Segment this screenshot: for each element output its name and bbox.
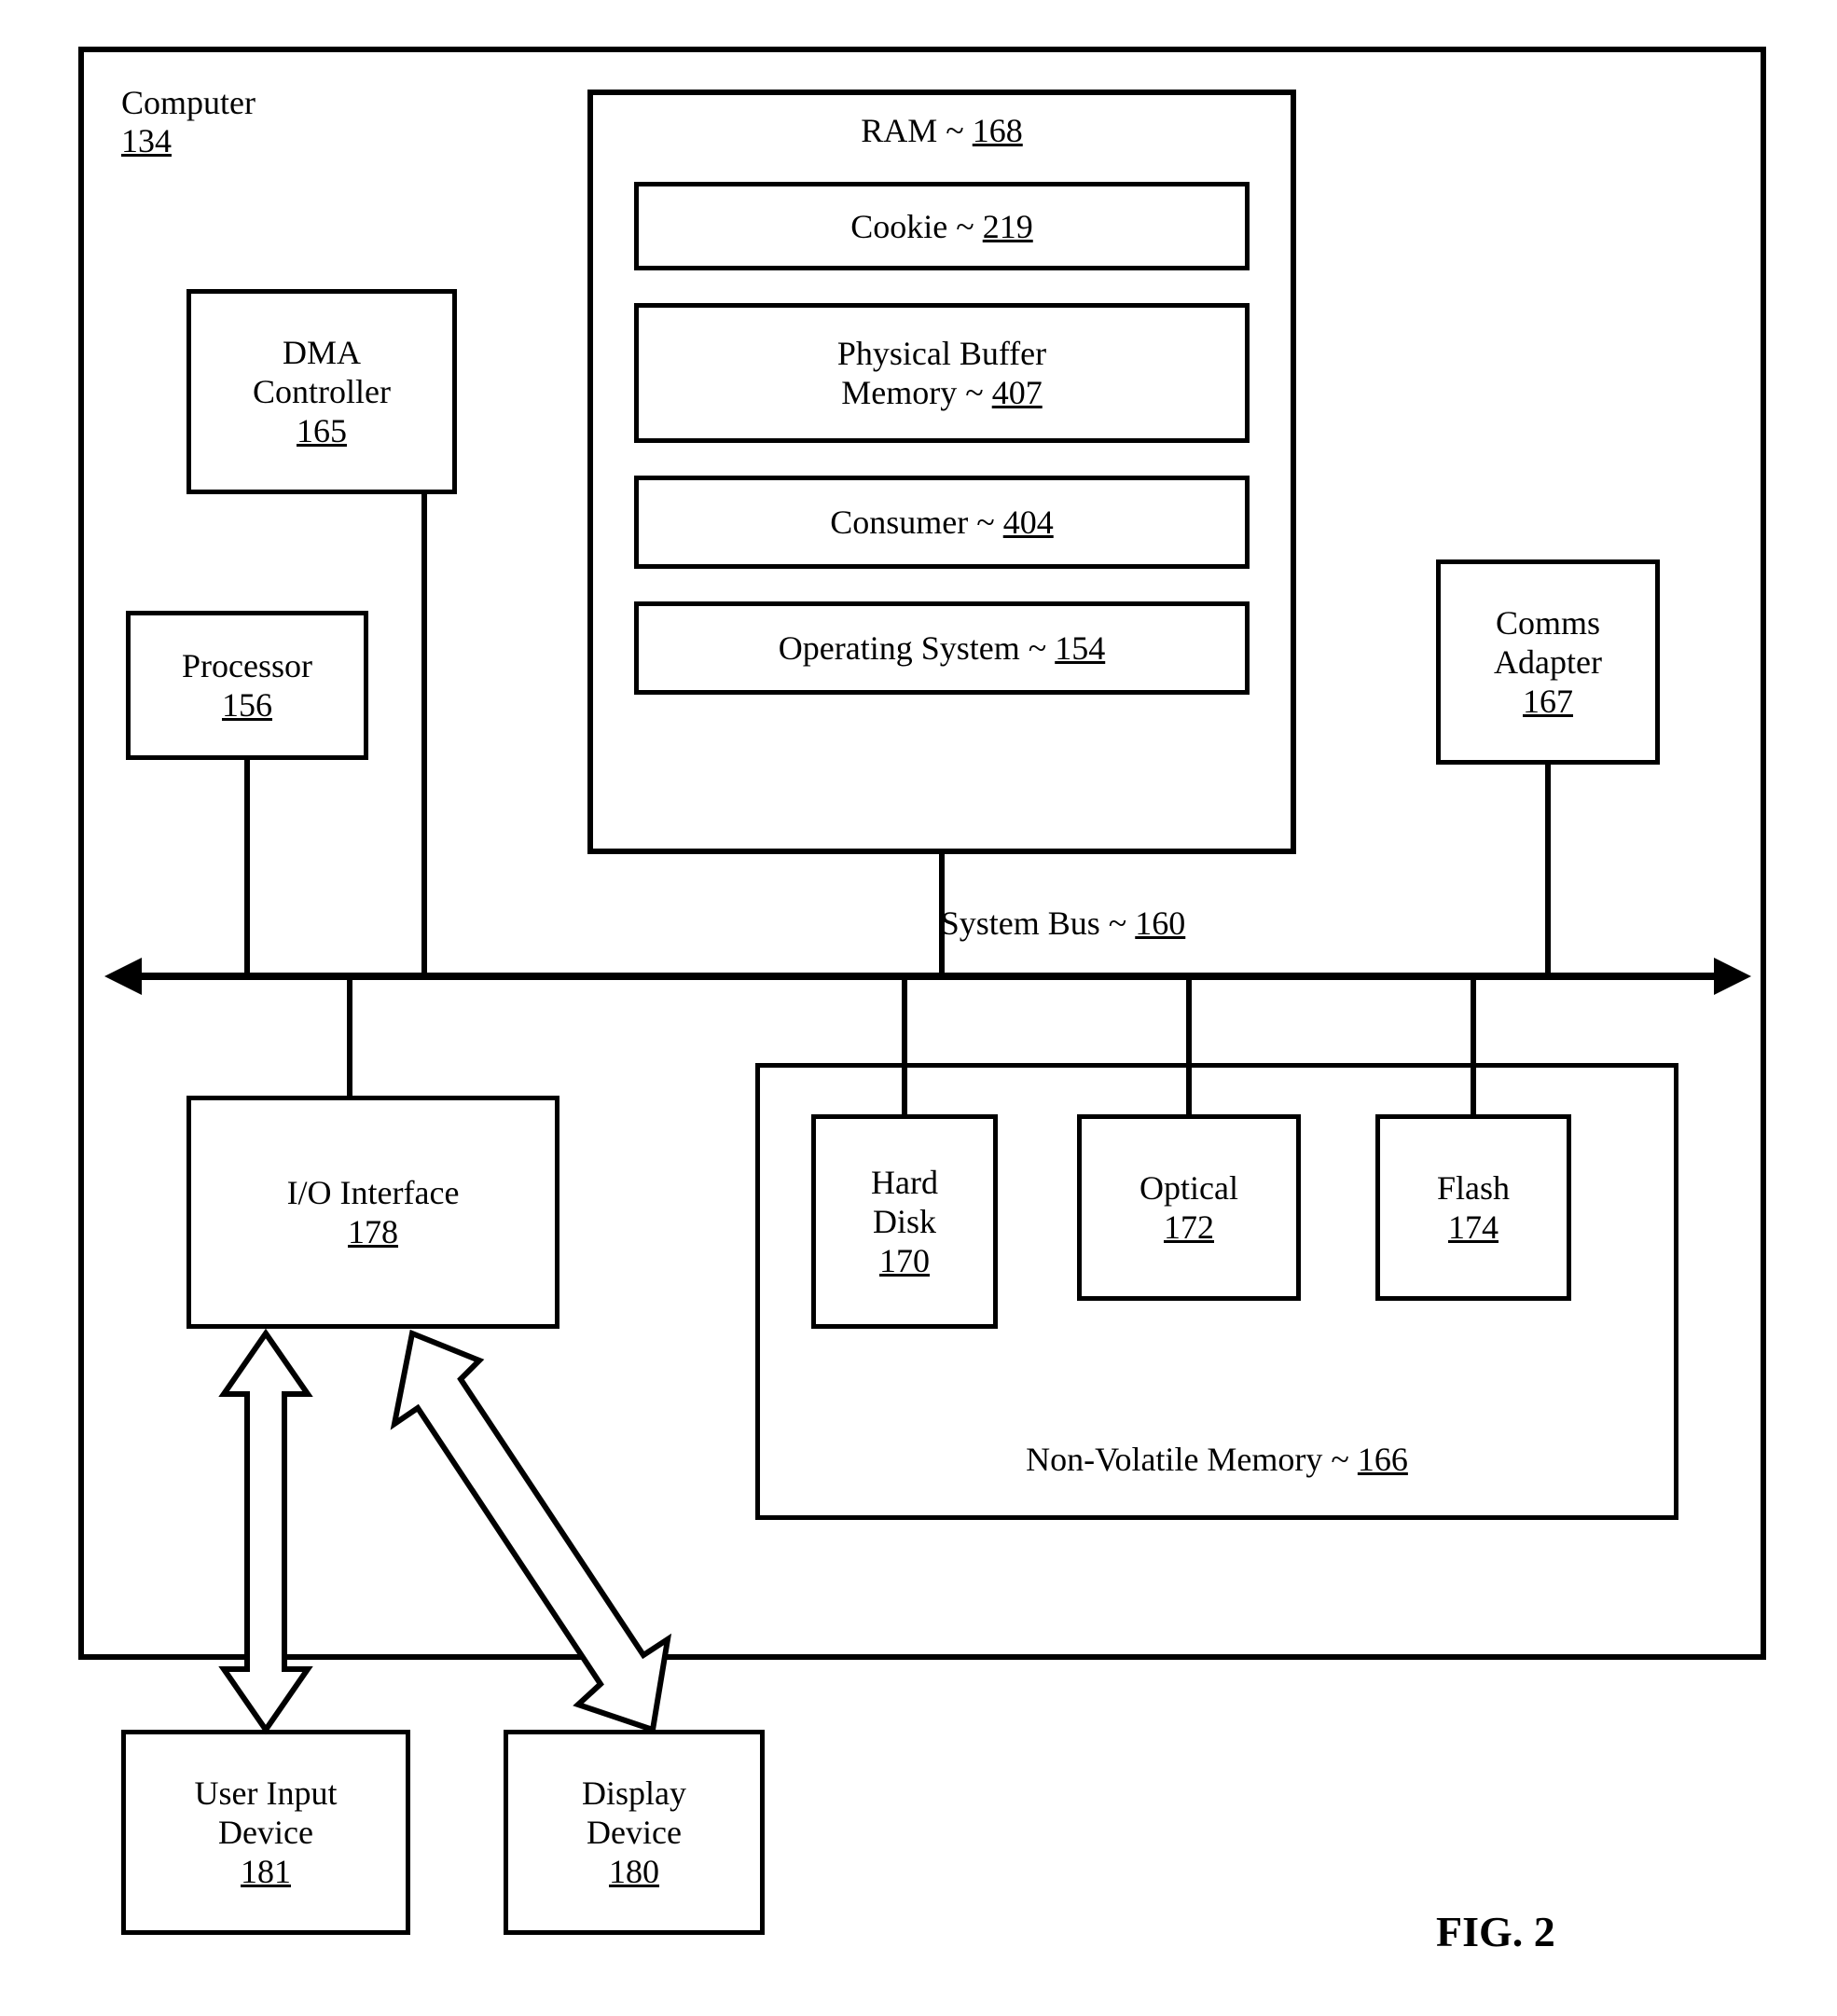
computer-ref: 134 xyxy=(121,122,172,159)
consumer-label: Consumer ~ 404 xyxy=(830,503,1053,542)
computer-text: Computer xyxy=(121,84,256,121)
flash-box: Flash 174 xyxy=(1375,1114,1571,1301)
cookie-box: Cookie ~ 219 xyxy=(634,182,1250,270)
processor-text: Processor xyxy=(182,647,312,684)
flash-text: Flash xyxy=(1437,1169,1510,1207)
hd-ref: 170 xyxy=(879,1242,930,1279)
consumer-ref: 404 xyxy=(1003,504,1054,541)
dma-text-2: Controller xyxy=(253,373,391,410)
system-bus-line xyxy=(140,973,1716,980)
uid-ref: 181 xyxy=(241,1853,291,1890)
comms-text-2: Adapter xyxy=(1494,643,1602,681)
uid-text-1: User Input xyxy=(195,1774,338,1812)
hd-label: Hard Disk 170 xyxy=(871,1163,938,1280)
display-text-2: Device xyxy=(587,1814,682,1851)
bus-label: System Bus ~ 160 xyxy=(867,904,1259,943)
io-ref: 178 xyxy=(348,1213,398,1250)
processor-bus-connector xyxy=(244,760,250,975)
display-text-1: Display xyxy=(582,1774,686,1812)
consumer-box: Consumer ~ 404 xyxy=(634,476,1250,569)
display-label: Display Device 180 xyxy=(582,1774,686,1891)
flash-ref: 174 xyxy=(1448,1208,1499,1246)
cookie-ref: 219 xyxy=(983,208,1033,245)
io-label: I/O Interface 178 xyxy=(287,1173,460,1251)
hd-text-1: Hard xyxy=(871,1164,938,1201)
nvm-ref: 166 xyxy=(1358,1441,1408,1478)
opt-box: Optical 172 xyxy=(1077,1114,1301,1301)
consumer-text: Consumer ~ xyxy=(830,504,994,541)
comms-bus-connector xyxy=(1545,765,1551,975)
io-text: I/O Interface xyxy=(287,1174,460,1211)
processor-label: Processor 156 xyxy=(182,646,312,725)
opt-bus-connector xyxy=(1186,980,1192,1118)
os-text: Operating System ~ xyxy=(779,629,1046,667)
processor-box: Processor 156 xyxy=(126,611,368,760)
flash-bus-connector xyxy=(1471,980,1476,1118)
pbm-box: Physical Buffer Memory ~ 407 xyxy=(634,303,1250,443)
opt-text: Optical xyxy=(1139,1169,1238,1207)
comms-box: Comms Adapter 167 xyxy=(1436,559,1660,765)
uid-box: User Input Device 181 xyxy=(121,1730,410,1935)
dma-bus-connector xyxy=(421,494,427,975)
computer-label: Computer 134 xyxy=(121,84,326,161)
diagram-canvas: Computer 134 RAM ~ 168 Cookie ~ 219 Phys… xyxy=(0,0,1837,2016)
os-label: Operating System ~ 154 xyxy=(779,628,1105,668)
io-box: I/O Interface 178 xyxy=(186,1096,559,1329)
cookie-text: Cookie ~ xyxy=(850,208,974,245)
uid-label: User Input Device 181 xyxy=(195,1774,338,1891)
ram-ref: 168 xyxy=(973,112,1023,149)
bus-ref: 160 xyxy=(1135,904,1185,942)
pbm-text-2: Memory ~ xyxy=(841,374,991,411)
os-box: Operating System ~ 154 xyxy=(634,601,1250,695)
nvm-label: Non-Volatile Memory ~ 166 xyxy=(755,1441,1678,1479)
hd-box: Hard Disk 170 xyxy=(811,1114,998,1329)
os-ref: 154 xyxy=(1055,629,1105,667)
display-ref: 180 xyxy=(609,1853,659,1890)
opt-label: Optical 172 xyxy=(1139,1168,1238,1247)
ram-title: RAM ~ 168 xyxy=(587,112,1296,150)
uid-text-2: Device xyxy=(218,1814,313,1851)
pbm-label: Physical Buffer Memory ~ 407 xyxy=(837,334,1046,412)
bus-text: System Bus ~ xyxy=(941,904,1127,942)
opt-ref: 172 xyxy=(1164,1208,1214,1246)
display-box: Display Device 180 xyxy=(504,1730,765,1935)
dma-box: DMA Controller 165 xyxy=(186,289,457,494)
bus-arrow-right-icon xyxy=(1714,958,1751,995)
bus-arrow-left-icon xyxy=(104,958,142,995)
comms-ref: 167 xyxy=(1523,683,1573,720)
figure-label: FIG. 2 xyxy=(1436,1907,1555,1956)
ram-text: RAM ~ xyxy=(861,112,964,149)
figure-text: FIG. 2 xyxy=(1436,1908,1555,1955)
comms-label: Comms Adapter 167 xyxy=(1494,603,1602,721)
pbm-ref: 407 xyxy=(992,374,1043,411)
pbm-text-1: Physical Buffer xyxy=(837,335,1046,372)
comms-text-1: Comms xyxy=(1496,604,1600,642)
hd-bus-connector xyxy=(902,980,907,1118)
dma-label: DMA Controller 165 xyxy=(253,333,391,450)
processor-ref: 156 xyxy=(222,686,272,724)
hd-text-2: Disk xyxy=(873,1203,936,1240)
io-bus-connector xyxy=(347,980,352,1096)
dma-text-1: DMA xyxy=(283,334,361,371)
flash-label: Flash 174 xyxy=(1437,1168,1510,1247)
nvm-text: Non-Volatile Memory ~ xyxy=(1026,1441,1349,1478)
dma-ref: 165 xyxy=(297,412,347,449)
cookie-label: Cookie ~ 219 xyxy=(850,207,1032,246)
